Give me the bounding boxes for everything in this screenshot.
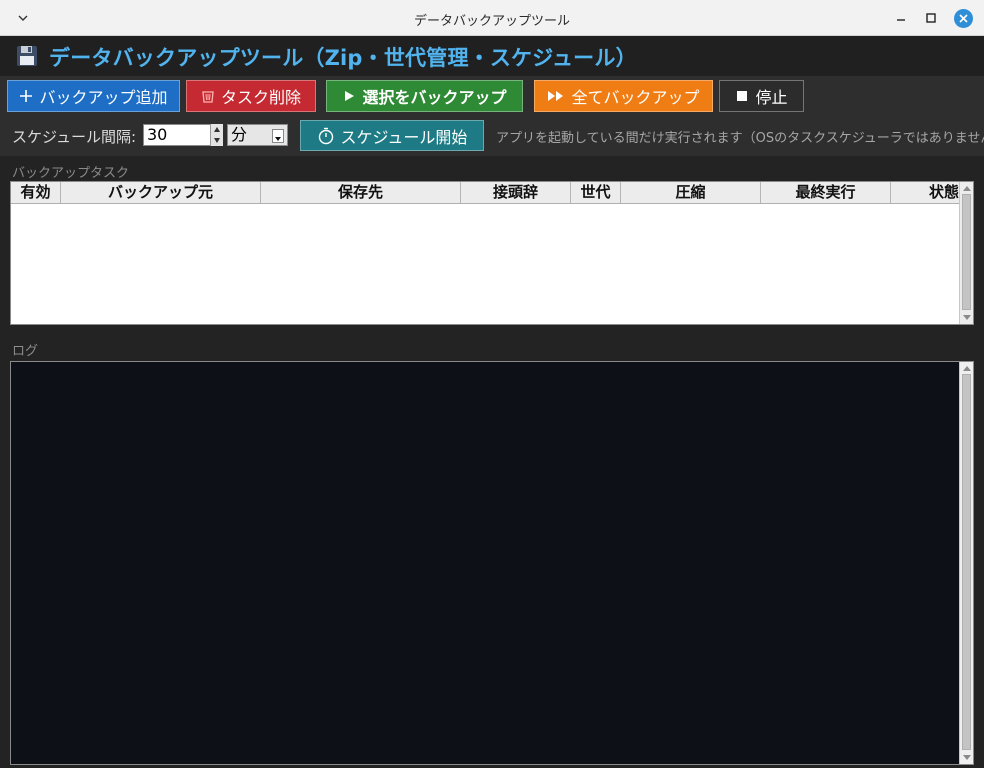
scroll-up-icon[interactable] xyxy=(963,186,971,191)
column-header-last-run[interactable]: 最終実行 xyxy=(761,182,891,203)
table-header: 有効 バックアップ元 保存先 接頭辞 世代 圧縮 最終実行 状態 xyxy=(11,182,959,204)
trash-icon xyxy=(201,89,215,103)
scrollbar-thumb[interactable] xyxy=(962,374,971,750)
app-header: データバックアップツール（Zip・世代管理・スケジュール） xyxy=(0,36,984,76)
spin-down-icon[interactable] xyxy=(214,138,220,143)
schedule-note: アプリを起動している間だけ実行されます（OSのタスクスケジューラではありません） xyxy=(496,131,984,146)
plus-icon xyxy=(19,89,33,103)
start-schedule-button[interactable]: スケジュール開始 xyxy=(300,120,484,151)
interval-unit-value: 分 xyxy=(231,125,248,144)
minimize-icon[interactable] xyxy=(892,9,910,27)
log-scrollbar[interactable] xyxy=(959,362,973,764)
stop-icon xyxy=(735,89,749,103)
backup-selected-label: 選択をバックアップ xyxy=(362,88,507,107)
add-backup-button[interactable]: バックアップ追加 xyxy=(7,80,180,112)
backup-task-table[interactable]: 有効 バックアップ元 保存先 接頭辞 世代 圧縮 最終実行 状態 xyxy=(10,181,974,325)
spin-up-icon[interactable] xyxy=(214,127,220,132)
scroll-down-icon[interactable] xyxy=(963,755,971,760)
window-titlebar: データバックアップツール xyxy=(0,0,984,36)
task-table-scrollbar[interactable] xyxy=(959,182,973,324)
backup-all-label: 全てバックアップ xyxy=(571,88,700,107)
column-header-source[interactable]: バックアップ元 xyxy=(61,182,261,203)
play-icon xyxy=(342,89,356,103)
backup-all-button[interactable]: 全てバックアップ xyxy=(534,80,713,112)
floppy-disk-icon xyxy=(17,46,37,66)
interval-spinner[interactable] xyxy=(210,124,223,146)
column-header-status[interactable]: 状態 xyxy=(891,182,959,203)
column-header-destination[interactable]: 保存先 xyxy=(261,182,461,203)
backup-tasks-section-label: バックアップタスク xyxy=(12,166,130,181)
delete-task-button[interactable]: タスク削除 xyxy=(186,80,316,112)
fast-forward-icon xyxy=(547,89,565,103)
app-title: データバックアップツール（Zip・世代管理・スケジュール） xyxy=(49,46,637,70)
scroll-up-icon[interactable] xyxy=(963,366,971,371)
column-header-prefix[interactable]: 接頭辞 xyxy=(461,182,571,203)
stop-button[interactable]: 停止 xyxy=(719,80,804,112)
delete-task-label: タスク削除 xyxy=(220,88,301,107)
add-backup-label: バックアップ追加 xyxy=(39,88,168,107)
maximize-icon[interactable] xyxy=(922,9,940,27)
column-header-compression[interactable]: 圧縮 xyxy=(621,182,761,203)
column-header-generations[interactable]: 世代 xyxy=(571,182,621,203)
column-header-enabled[interactable]: 有効 xyxy=(11,182,61,203)
interval-unit-select[interactable]: 分 xyxy=(227,124,288,146)
dropdown-arrow-icon[interactable] xyxy=(272,129,284,143)
close-icon[interactable] xyxy=(954,9,973,28)
scrollbar-thumb[interactable] xyxy=(962,194,971,310)
backup-selected-button[interactable]: 選択をバックアップ xyxy=(326,80,523,112)
stopwatch-icon xyxy=(317,127,335,145)
scroll-down-icon[interactable] xyxy=(963,315,971,320)
stop-label: 停止 xyxy=(755,88,788,107)
start-schedule-label: スケジュール開始 xyxy=(340,127,468,147)
schedule-interval-label: スケジュール間隔: xyxy=(12,128,137,146)
log-section-label: ログ xyxy=(12,344,39,359)
log-output[interactable] xyxy=(10,361,974,765)
window-title: データバックアップツール xyxy=(413,14,570,29)
